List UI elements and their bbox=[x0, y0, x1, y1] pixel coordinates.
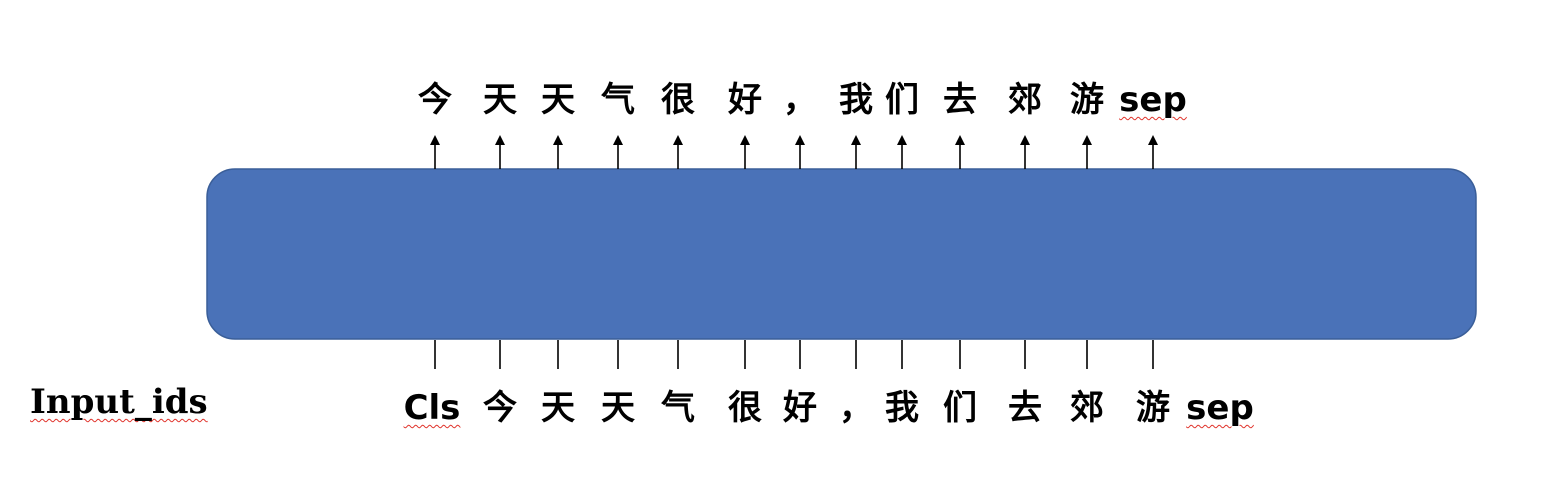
input-token: 今 bbox=[483, 388, 517, 428]
input-token: 我 bbox=[885, 388, 919, 428]
diagram-canvas bbox=[206, 135, 1477, 369]
output-token: 们 bbox=[885, 80, 919, 120]
output-token: sep bbox=[1119, 80, 1187, 120]
input-token: 天 bbox=[541, 388, 575, 428]
output-token: 游 bbox=[1070, 80, 1104, 120]
input-token: Cls bbox=[403, 388, 461, 428]
output-token: 去 bbox=[943, 80, 977, 120]
input-token: 们 bbox=[943, 388, 977, 428]
output-token: 好 bbox=[728, 80, 762, 120]
input-token: 天 bbox=[601, 388, 635, 428]
output-token: 我 bbox=[839, 80, 873, 120]
output-token: 郊 bbox=[1008, 80, 1042, 120]
input-lines bbox=[434, 340, 1154, 369]
input-ids-label: Input_ids bbox=[30, 382, 208, 422]
input-token: 很 bbox=[728, 388, 762, 428]
input-token: 游 bbox=[1136, 388, 1170, 428]
output-token: 气 bbox=[601, 80, 635, 120]
input-token: 去 bbox=[1008, 388, 1042, 428]
output-token: 今 bbox=[418, 80, 452, 120]
input-token: 好 bbox=[783, 388, 817, 428]
input-token: sep bbox=[1186, 388, 1254, 428]
output-token: 天 bbox=[541, 80, 575, 120]
output-token: 很 bbox=[661, 80, 695, 120]
input-token: 气 bbox=[661, 388, 695, 428]
input-token: ， bbox=[839, 388, 873, 428]
input-token: 郊 bbox=[1070, 388, 1104, 428]
token-diagram: 今天天气很好，我们去郊游 sep Cls 今天天气很好，我们去郊游 sep Input… bbox=[0, 0, 1560, 498]
output-token: ， bbox=[783, 80, 817, 120]
output-token: 天 bbox=[483, 80, 517, 120]
model-block bbox=[206, 168, 1477, 340]
output-arrows bbox=[430, 135, 1158, 169]
